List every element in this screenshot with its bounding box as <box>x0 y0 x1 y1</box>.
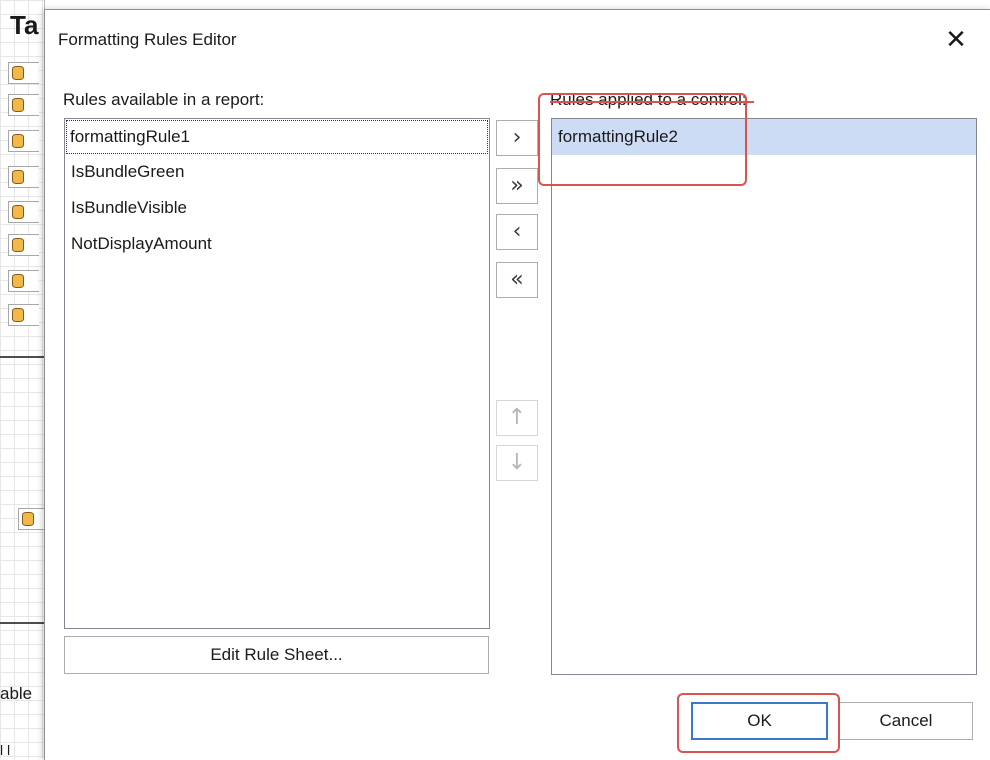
remove-all-rules-button[interactable]: « <box>496 262 538 298</box>
field-item[interactable] <box>8 166 39 188</box>
list-item[interactable]: formattingRule1 <box>66 120 488 154</box>
database-field-icon <box>12 308 24 322</box>
list-item[interactable]: IsBundleGreen <box>65 154 489 190</box>
annotation-strikethrough <box>550 101 754 103</box>
available-rules-list[interactable]: formattingRule1 IsBundleGreen IsBundleVi… <box>64 118 490 629</box>
database-field-icon <box>12 98 24 112</box>
band-divider <box>0 356 44 358</box>
ok-button[interactable]: OK <box>691 702 828 740</box>
add-all-rules-button[interactable]: » <box>496 168 538 204</box>
move-down-button[interactable]: ↓ <box>496 445 538 481</box>
list-item[interactable]: NotDisplayAmount <box>65 226 489 262</box>
database-field-icon <box>22 512 34 526</box>
applied-rules-list[interactable]: formattingRule2 <box>551 118 977 675</box>
list-item[interactable]: formattingRule2 <box>552 119 976 155</box>
add-rule-button[interactable]: › <box>496 120 538 156</box>
database-field-icon <box>12 170 24 184</box>
field-item[interactable] <box>8 234 39 256</box>
report-title-fragment: Ta <box>10 10 39 40</box>
close-icon[interactable]: ✕ <box>941 26 971 56</box>
remove-rule-button[interactable]: ‹ <box>496 214 538 250</box>
database-field-icon <box>12 134 24 148</box>
field-item[interactable] <box>8 62 39 84</box>
field-item[interactable] <box>8 130 39 152</box>
table-label-fragment: able <box>0 684 33 703</box>
ruler-fragment: l l <box>0 742 11 758</box>
formatting-rules-editor-dialog: Formatting Rules Editor ✕ Rules availabl… <box>44 9 990 760</box>
field-item[interactable] <box>8 270 39 292</box>
database-field-icon <box>12 238 24 252</box>
field-item[interactable] <box>18 508 45 530</box>
move-up-button[interactable]: ↑ <box>496 400 538 436</box>
applied-rules-label: Rules applied to a control: <box>550 90 747 109</box>
dialog-title: Formatting Rules Editor <box>58 30 237 49</box>
field-item[interactable] <box>8 304 39 326</box>
report-designer-background: Ta able l l <box>0 0 45 759</box>
edit-rule-sheet-button[interactable]: Edit Rule Sheet... <box>64 636 489 674</box>
field-item[interactable] <box>8 94 39 116</box>
available-rules-label: Rules available in a report: <box>63 90 265 109</box>
cancel-button[interactable]: Cancel <box>839 702 973 740</box>
database-field-icon <box>12 205 24 219</box>
band-divider <box>0 622 44 624</box>
list-item[interactable]: IsBundleVisible <box>65 190 489 226</box>
database-field-icon <box>12 66 24 80</box>
field-item[interactable] <box>8 201 39 223</box>
database-field-icon <box>12 274 24 288</box>
